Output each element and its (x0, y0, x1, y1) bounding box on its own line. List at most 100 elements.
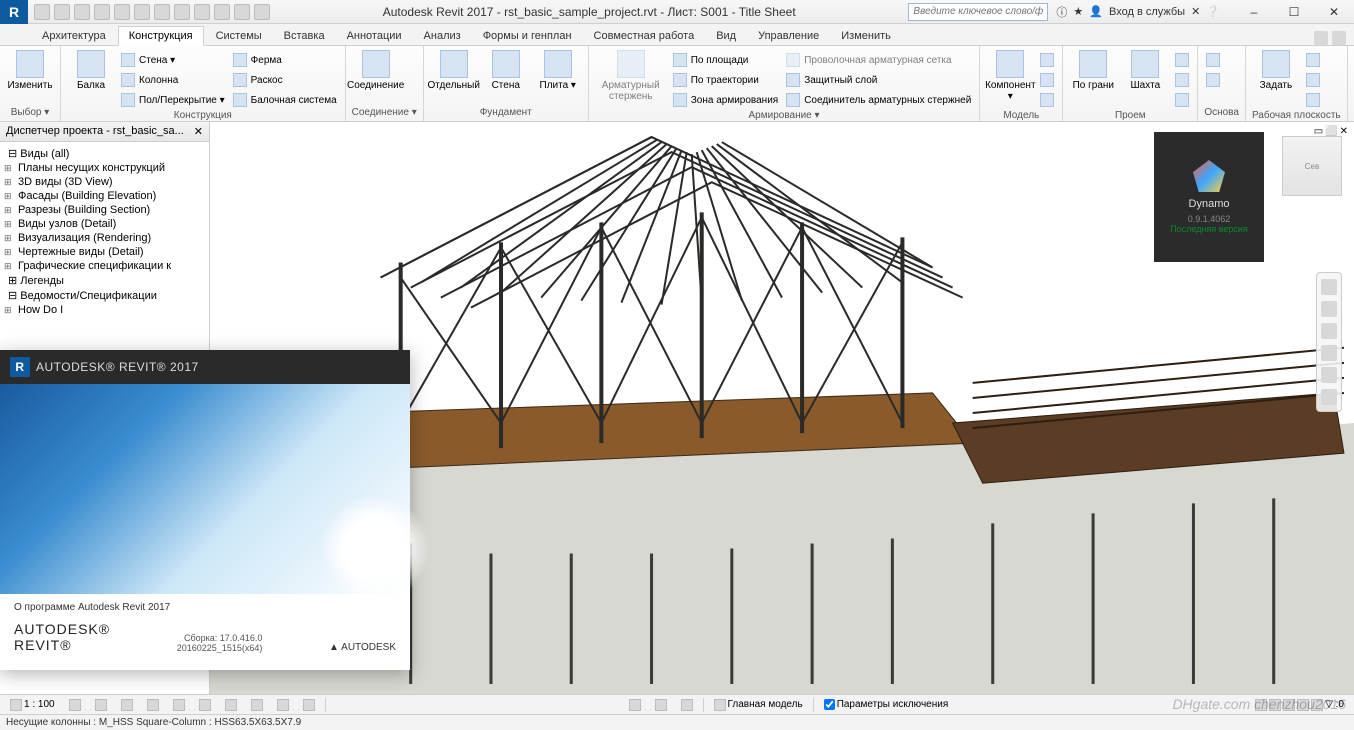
dormer-button[interactable] (1173, 90, 1191, 110)
nav-orbit-icon[interactable] (1321, 367, 1337, 383)
ribbon-min-icon[interactable] (1332, 31, 1346, 45)
tree-item[interactable]: Разрезы (Building Section) (2, 203, 207, 217)
model-text-button[interactable] (1038, 50, 1056, 70)
tree-root-legends[interactable]: ⊞ Легенды (2, 273, 207, 288)
tree-item[interactable]: Фасады (Building Elevation) (2, 189, 207, 203)
f2-icon[interactable] (1269, 699, 1281, 711)
wall-opening-button[interactable] (1173, 50, 1191, 70)
tab-modify[interactable]: Изменить (831, 27, 901, 45)
floor-button[interactable]: Пол/Перекрытие ▾ (119, 90, 227, 110)
f1-icon[interactable] (1255, 699, 1267, 711)
reveal[interactable] (299, 697, 319, 713)
minimize-button[interactable]: – (1234, 1, 1274, 23)
signin-icon[interactable]: 👤 (1089, 5, 1103, 18)
scale-control[interactable]: 1 : 100 (6, 697, 59, 713)
params-checkbox[interactable] (824, 699, 835, 710)
tree-item[interactable]: Графические спецификации к (2, 259, 207, 273)
maximize-button[interactable]: ☐ (1274, 1, 1314, 23)
column-button[interactable]: Колонна (119, 70, 227, 90)
level-button[interactable] (1204, 50, 1222, 70)
qat-switch-icon[interactable] (234, 4, 250, 20)
tree-item[interactable]: Чертежные виды (Detail) (2, 245, 207, 259)
isolated-button[interactable]: Отдельный (430, 50, 478, 91)
qat-undo-icon[interactable] (74, 4, 90, 20)
tab-massing[interactable]: Формы и генплан (473, 27, 582, 45)
app-logo[interactable]: R (0, 0, 28, 24)
shaft-button[interactable]: Шахта (1121, 50, 1169, 91)
crop-visible[interactable] (221, 697, 241, 713)
ribbon-addin-icon[interactable] (1314, 31, 1328, 45)
view-min-icon[interactable]: ▭ (1314, 126, 1323, 137)
info-icon[interactable]: ⓘ (1056, 4, 1067, 20)
viewer-button[interactable] (1304, 90, 1322, 110)
component-button[interactable]: Компонент ▾ (986, 50, 1034, 102)
unlock-view[interactable] (247, 697, 267, 713)
qat-close-icon[interactable] (214, 4, 230, 20)
qat-dropdown-icon[interactable] (254, 4, 270, 20)
qat-print-icon[interactable] (114, 4, 130, 20)
shadows[interactable] (143, 697, 163, 713)
detail-level[interactable] (65, 697, 85, 713)
tab-structure[interactable]: Конструкция (118, 26, 204, 46)
nav-zoom-icon[interactable] (1321, 345, 1337, 361)
grid-button[interactable] (1204, 70, 1222, 90)
nav-look-icon[interactable] (1321, 389, 1337, 405)
brace-button[interactable]: Раскос (231, 70, 339, 90)
tree-root-views[interactable]: ⊟ Виды (all) (2, 146, 207, 161)
modify-button[interactable]: Изменить (6, 50, 54, 91)
view-max-icon[interactable]: ⬜ (1325, 126, 1337, 137)
tree-item[interactable]: Планы несущих конструкций (2, 161, 207, 175)
tree-item[interactable]: How Do I (2, 303, 207, 317)
temp-hide[interactable] (273, 697, 293, 713)
beam-button[interactable]: Балка (67, 50, 115, 91)
tree-item[interactable]: Визуализация (Rendering) (2, 231, 207, 245)
search-input[interactable] (908, 3, 1048, 21)
browser-close-icon[interactable]: ✕ (194, 125, 203, 138)
tree-root-schedules[interactable]: ⊟ Ведомости/Спецификации (2, 288, 207, 303)
cloud-icon-btn[interactable] (651, 697, 671, 713)
qat-measure-icon[interactable] (154, 4, 170, 20)
qat-section-icon[interactable] (174, 4, 190, 20)
qat-open-icon[interactable] (34, 4, 50, 20)
link-toggle[interactable] (677, 697, 697, 713)
model-line-button[interactable] (1038, 70, 1056, 90)
wall-button[interactable]: Стена ▾ (119, 50, 227, 70)
slab-button[interactable]: Плита ▾ (534, 50, 582, 91)
close-button[interactable]: ✕ (1314, 1, 1354, 23)
view-close-icon[interactable]: ✕ (1340, 126, 1348, 137)
qat-thin-icon[interactable] (194, 4, 210, 20)
signin-label[interactable]: Вход в службы (1109, 6, 1185, 18)
selection-toggle[interactable] (625, 697, 645, 713)
fwall-button[interactable]: Стена (482, 50, 530, 91)
vert-opening-button[interactable] (1173, 70, 1191, 90)
nav-wheel-icon[interactable] (1321, 301, 1337, 317)
model-group-button[interactable] (1038, 90, 1056, 110)
qat-redo-icon[interactable] (94, 4, 110, 20)
exchange-icon[interactable]: ✕ (1191, 5, 1200, 18)
visual-style[interactable] (91, 697, 111, 713)
cover-button[interactable]: Защитный слой (784, 70, 973, 90)
qat-save-icon[interactable] (54, 4, 70, 20)
show-button[interactable] (1304, 50, 1322, 70)
set-button[interactable]: Задать (1252, 50, 1300, 91)
tab-view[interactable]: Вид (706, 27, 746, 45)
rebar-button[interactable]: Арматурный стержень (595, 50, 667, 102)
nav-pan-icon[interactable] (1321, 323, 1337, 339)
zone-button[interactable]: Зона армирования (671, 90, 780, 110)
tab-architecture[interactable]: Архитектура (32, 27, 116, 45)
qat-sync-icon[interactable] (134, 4, 150, 20)
help-icon[interactable]: ❔ (1206, 5, 1220, 18)
coupler-button[interactable]: Соединитель арматурных стержней (784, 90, 973, 110)
params-check[interactable]: Параметры исключения (820, 697, 953, 713)
star-icon[interactable]: ★ (1073, 5, 1083, 18)
tab-insert[interactable]: Вставка (274, 27, 335, 45)
truss-button[interactable]: Ферма (231, 50, 339, 70)
path-button[interactable]: По траектории (671, 70, 780, 90)
f5-icon[interactable] (1311, 699, 1323, 711)
dynamo-panel[interactable]: Dynamo 0.9.1.4062 Последняя версия (1154, 132, 1264, 262)
view-cube[interactable]: Сев (1282, 136, 1342, 196)
beamsystem-button[interactable]: Балочная система (231, 90, 339, 110)
tab-analyze[interactable]: Анализ (414, 27, 471, 45)
connection-button[interactable]: Соединение (352, 50, 400, 91)
tab-systems[interactable]: Системы (206, 27, 272, 45)
